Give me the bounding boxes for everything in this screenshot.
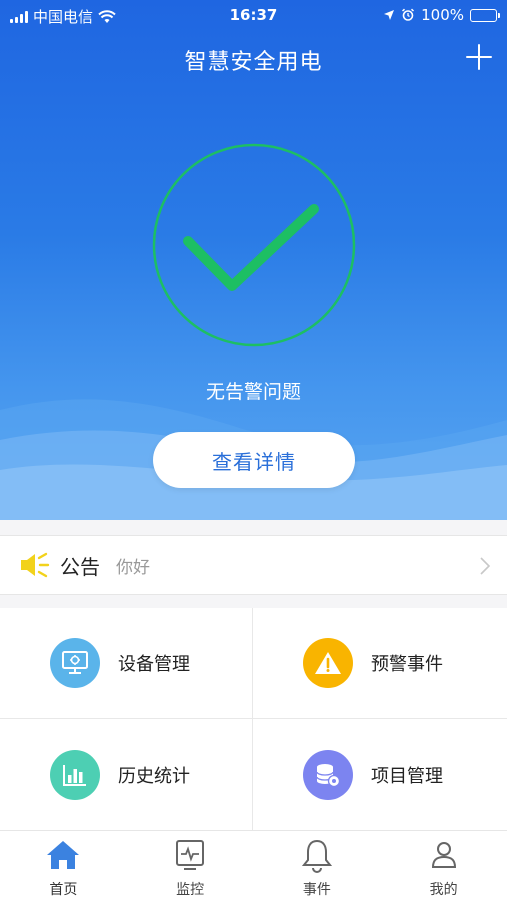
view-details-button[interactable]: 查看详情: [153, 432, 355, 488]
tab-home[interactable]: 首页: [0, 831, 127, 900]
status-bar: 中国电信 16:37 100%: [0, 0, 507, 30]
battery-percent: 100%: [421, 6, 464, 24]
add-button[interactable]: [465, 43, 493, 71]
location-arrow-icon: [384, 10, 395, 20]
function-grid: 设备管理 预警事件 历史统计 项目管理: [0, 608, 507, 830]
tab-profile[interactable]: 我的: [380, 831, 507, 900]
page-title: 智慧安全用电: [184, 50, 323, 75]
tile-label: 设备管理: [118, 654, 190, 675]
tab-monitor[interactable]: 监控: [127, 831, 254, 900]
alarm-icon: [402, 8, 415, 21]
monitor-pulse-icon: [176, 840, 205, 870]
project-management-tile[interactable]: 项目管理: [253, 719, 507, 830]
announcement-message: 你好: [116, 557, 150, 578]
tab-label: 事件: [302, 882, 331, 898]
tile-label: 预警事件: [371, 654, 443, 675]
home-icon: [47, 841, 80, 869]
device-management-tile[interactable]: 设备管理: [0, 608, 253, 719]
battery-icon: [470, 8, 500, 22]
hero-section: 中国电信 16:37 100% 智慧安全用电 无告警问题 查看详情: [0, 0, 507, 520]
tile-label: 项目管理: [371, 765, 443, 787]
tab-label: 我的: [429, 882, 458, 898]
bar-chart-icon: [50, 749, 100, 800]
alarm-status-text: 无告警问题: [205, 381, 301, 403]
bottom-tab-bar: 首页 监控 事件 我的: [0, 830, 507, 900]
warning-events-tile[interactable]: 预警事件: [253, 608, 507, 719]
bell-icon: [301, 839, 332, 873]
history-statistics-tile[interactable]: 历史统计: [0, 719, 253, 830]
warning-icon: [303, 638, 353, 688]
tile-label: 历史统计: [118, 765, 190, 787]
check-status-icon: [152, 143, 356, 347]
monitor-icon: [50, 638, 100, 688]
speaker-icon: [21, 552, 50, 578]
database-gear-icon: [303, 749, 353, 800]
announcement-label: 公告: [60, 554, 100, 579]
tab-events[interactable]: 事件: [254, 831, 381, 900]
announcement-bar[interactable]: 公告 你好: [0, 535, 507, 595]
tab-label: 首页: [49, 882, 78, 898]
chevron-right-icon: [480, 557, 491, 575]
user-icon: [431, 842, 456, 868]
tab-label: 监控: [176, 882, 205, 898]
